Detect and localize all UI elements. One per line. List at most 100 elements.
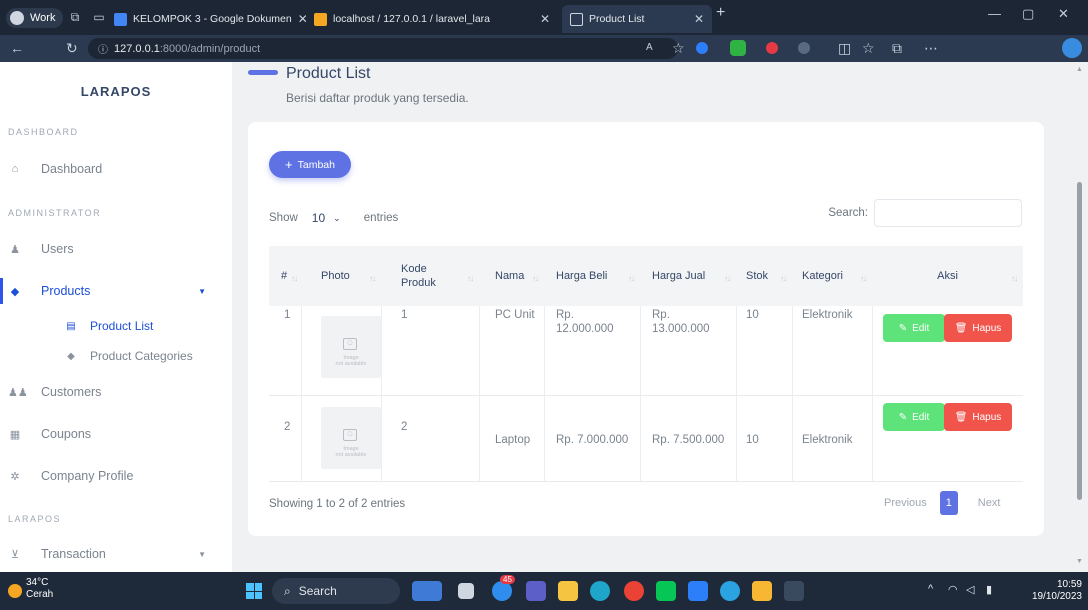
teams-icon[interactable] (526, 581, 546, 601)
volume-icon[interactable]: ◁ (966, 583, 974, 596)
sidebar-item-label: Dashboard (41, 162, 103, 176)
tab-product-list[interactable]: Product List ✕ (562, 5, 712, 33)
telegram-icon[interactable] (720, 581, 740, 601)
scroll-down-icon[interactable]: ▼ (1076, 558, 1083, 565)
tab-phpmyadmin[interactable]: localhost / 127.0.0.1 / laravel_lara ✕ (306, 5, 558, 33)
split-screen-icon[interactable]: ◫ (838, 40, 851, 57)
th-stok[interactable]: Stok ↑↓ (736, 246, 792, 306)
close-icon[interactable]: ✕ (694, 12, 704, 26)
sidebar-item-product-categories[interactable]: ◆ Product Categories (66, 349, 193, 363)
sidebar-item-company-profile[interactable]: ✲ Company Profile (0, 459, 232, 493)
weather-widget[interactable]: 34°C Cerah (26, 577, 53, 601)
edit-button[interactable]: ✎ Edit (883, 314, 945, 342)
edit-icon: ✎ (898, 322, 908, 334)
profile-button[interactable]: Work (6, 8, 64, 28)
workspaces-icon[interactable]: ⧉ (68, 10, 82, 24)
cell-text: Rp. (652, 309, 670, 321)
cell-harga-jual: Rp. 7.500.000 (652, 434, 725, 446)
extension-icon[interactable] (696, 42, 708, 54)
image-text: not available (335, 452, 367, 458)
th-harga-jual[interactable]: Harga Jual ↑↓ (640, 246, 736, 306)
home-icon: ⌂ (11, 163, 19, 175)
delete-button[interactable]: 🗑 Hapus (944, 403, 1012, 431)
widgets-icon[interactable] (412, 581, 442, 601)
xampp-icon[interactable] (752, 581, 772, 601)
whatsapp-icon[interactable] (492, 581, 512, 601)
cell-harga-jual: Rp. 13.000.000 (652, 308, 710, 336)
sidebar-item-customers[interactable]: ♟♟ Customers (0, 375, 232, 409)
line-icon[interactable] (656, 581, 676, 601)
th-label: # (281, 270, 288, 282)
page-scrollbar[interactable]: ▲ ▼ (1072, 62, 1088, 572)
more-icon[interactable]: ⋯ (924, 40, 938, 57)
extension-icon[interactable] (766, 42, 778, 54)
close-icon[interactable]: ✕ (298, 12, 306, 26)
th-kategori[interactable]: Kategori ↑↓ (792, 246, 872, 306)
task-view-icon[interactable] (458, 583, 474, 599)
scrollbar-thumb[interactable] (1077, 182, 1082, 500)
chrome-icon[interactable] (624, 581, 644, 601)
cell-num: 1 (284, 309, 291, 321)
minimize-button[interactable]: — (988, 6, 1001, 21)
entries-select[interactable]: 10 ⌄ (304, 206, 358, 230)
edit-button[interactable]: ✎ Edit (883, 403, 945, 431)
th-label: Produk (401, 277, 436, 289)
battery-icon[interactable]: ▮ (986, 583, 992, 596)
th-harga-beli[interactable]: Harga Beli ↑↓ (544, 246, 640, 306)
sidebar-item-dashboard[interactable]: ⌂ Dashboard (0, 152, 232, 186)
wifi-icon[interactable]: ◠ (948, 583, 958, 596)
sidebar-item-transaction[interactable]: ⊻ Transaction ▼ (0, 537, 232, 571)
start-icon[interactable] (246, 583, 262, 599)
sidebar-item-products[interactable]: ◆ Products ▼ (0, 274, 232, 308)
toolbar: ← ↻ ⓘ 127.0.0.1:8000/admin/product A ☆ ◫… (0, 35, 1088, 62)
tab-actions-icon[interactable]: ▭ (92, 10, 106, 24)
address-bar[interactable]: ⓘ 127.0.0.1:8000/admin/product (88, 38, 678, 59)
clock[interactable]: 10:59 19/10/2023 (1032, 579, 1082, 603)
window-close-button[interactable]: ✕ (1058, 6, 1069, 22)
vscode-icon[interactable] (688, 581, 708, 601)
taskbar-search[interactable]: ⌕ Search (272, 578, 400, 604)
terminal-icon[interactable] (784, 581, 804, 601)
sort-icon: ↑↓ (369, 274, 376, 283)
scroll-up-icon[interactable]: ▲ (1076, 66, 1083, 73)
cell-stok: 10 (746, 434, 759, 446)
extension-icon[interactable] (798, 42, 810, 54)
th-aksi[interactable]: Aksi ↑↓ (872, 246, 1023, 306)
sort-icon: ↑↓ (780, 274, 787, 283)
th-kode[interactable]: Kode Produk ↑↓ (381, 246, 479, 306)
th-nama[interactable]: Nama ↑↓ (479, 246, 544, 306)
close-icon[interactable]: ✕ (540, 12, 550, 26)
sidebar-item-users[interactable]: ♟ Users (0, 232, 232, 266)
file-explorer-icon[interactable] (558, 581, 578, 601)
product-image-placeholder: ⎔ Image not available (321, 316, 381, 378)
maximize-button[interactable]: ▢ (1022, 6, 1034, 22)
th-num[interactable]: # ↑↓ (269, 246, 301, 306)
sidebar-item-product-list[interactable]: ▤ Product List (66, 319, 153, 333)
tray-chevron-icon[interactable]: ^ (928, 583, 933, 595)
th-photo[interactable]: Photo ↑↓ (301, 246, 381, 306)
main-content: Product List Berisi daftar produk yang t… (232, 62, 1068, 572)
page-button[interactable]: 1 (939, 491, 958, 515)
collections-icon[interactable]: ⧉ (892, 40, 902, 57)
column-divider (736, 306, 737, 482)
copilot-icon[interactable] (1062, 38, 1082, 58)
refresh-icon[interactable]: ↻ (66, 40, 78, 57)
search-input[interactable] (874, 199, 1022, 227)
delete-button[interactable]: 🗑 Hapus (944, 314, 1012, 342)
weather-temp: 34°C (26, 577, 49, 588)
entries-length: Show 10 ⌄ entries (269, 206, 398, 230)
read-aloud-icon[interactable]: A (646, 42, 653, 53)
extension-icon[interactable] (730, 40, 746, 56)
next-button[interactable]: Next (978, 497, 1001, 509)
tab-google-docs[interactable]: KELOMPOK 3 - Google Dokumen ✕ (106, 5, 306, 33)
new-tab-button[interactable]: + (716, 4, 725, 22)
add-product-button[interactable]: + Tambah (269, 151, 351, 178)
back-icon[interactable]: ← (10, 40, 24, 56)
tab-bar: Work ⧉ ▭ KELOMPOK 3 - Google Dokumen ✕ l… (0, 0, 1088, 35)
sidebar-item-coupons[interactable]: ▦ Coupons (0, 417, 232, 451)
edge-icon[interactable] (590, 581, 610, 601)
notification-badge: 45 (500, 575, 515, 584)
favorites-icon[interactable]: ☆ (862, 40, 875, 57)
favorite-star-icon[interactable]: ☆ (672, 40, 685, 57)
previous-button[interactable]: Previous (884, 497, 927, 509)
